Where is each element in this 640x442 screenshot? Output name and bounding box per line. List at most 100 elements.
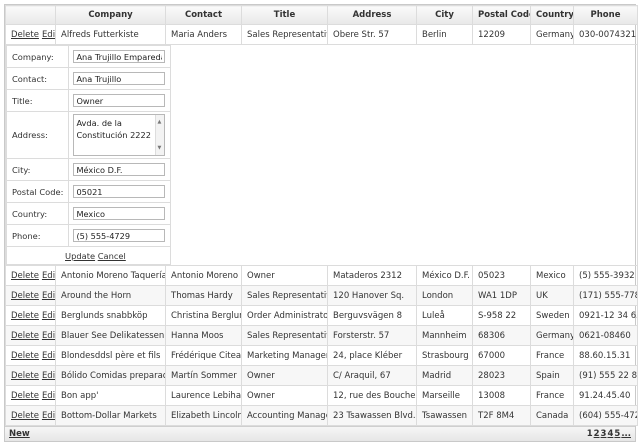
edit-link[interactable]: Edit xyxy=(42,371,55,381)
header-title[interactable]: Title xyxy=(241,5,328,25)
edit-row: Company: Contact: Title: Address: xyxy=(5,44,638,266)
table-row: DeleteEditAntonio Moreno TaqueríaAntonio… xyxy=(5,265,638,286)
address-scrollbar[interactable]: ▲ ▼ xyxy=(155,115,165,155)
cell-contact: Christina Berglund xyxy=(165,305,242,326)
cell-country: Germany xyxy=(530,325,574,346)
cell-city: Strasbourg xyxy=(416,345,473,366)
cell-contact: Elizabeth Lincoln xyxy=(165,405,242,426)
city-input[interactable] xyxy=(73,163,166,176)
pager-page-5[interactable]: 5 xyxy=(614,429,620,439)
pager-page-4[interactable]: 4 xyxy=(607,429,613,439)
header-contact[interactable]: Contact xyxy=(165,5,242,25)
cell-postal-code: S-958 22 xyxy=(472,305,531,326)
edit-link[interactable]: Edit xyxy=(42,411,55,421)
cell-country: Mexico xyxy=(530,265,574,286)
pager-more-link[interactable]: ... xyxy=(621,429,631,439)
delete-link[interactable]: Delete xyxy=(11,351,39,361)
cell-postal-code: 68306 xyxy=(472,325,531,346)
cell-country: Canada xyxy=(530,405,574,426)
delete-link[interactable]: Delete xyxy=(11,271,39,281)
pager-page-2[interactable]: 2 xyxy=(594,429,600,439)
address-textarea[interactable]: Avda. de la Constitución 2222 ▲ ▼ xyxy=(73,114,166,156)
header-phone[interactable]: Phone xyxy=(573,5,638,25)
cell-phone: (5) 555-3932 xyxy=(573,265,638,286)
delete-link[interactable]: Delete xyxy=(11,30,39,40)
table-row: DeleteEditBlauer See DelikatessenHanna M… xyxy=(5,325,638,346)
table-row: DeleteEditAround the HornThomas HardySal… xyxy=(5,285,638,306)
cell-title: Sales Representative xyxy=(241,325,328,346)
cell-postal-code: 12209 xyxy=(472,24,531,45)
cell-title: Order Administrator xyxy=(241,305,328,326)
title-label: Title: xyxy=(6,89,70,112)
cell-title: Marketing Manager xyxy=(241,345,328,366)
header-commands xyxy=(5,5,56,25)
cell-country: Sweden xyxy=(530,305,574,326)
delete-link[interactable]: Delete xyxy=(11,391,39,401)
header-postal-code[interactable]: Postal Code xyxy=(472,5,531,25)
cell-country: Germany xyxy=(530,24,574,45)
postal-code-input[interactable] xyxy=(73,185,166,198)
cell-contact: Martín Sommer xyxy=(165,365,242,386)
edit-link[interactable]: Edit xyxy=(42,331,55,341)
edit-link[interactable]: Edit xyxy=(42,271,55,281)
postal-code-label: Postal Code: xyxy=(6,180,70,203)
cell-address: 120 Hanover Sq. xyxy=(327,285,417,306)
delete-link[interactable]: Delete xyxy=(11,411,39,421)
header-row: Company Contact Title Address City Posta… xyxy=(5,5,638,25)
city-label: City: xyxy=(6,158,70,181)
delete-link[interactable]: Delete xyxy=(11,291,39,301)
edit-link[interactable]: Edit xyxy=(42,391,55,401)
edit-link[interactable]: Edit xyxy=(42,30,55,40)
cell-phone: (91) 555 22 82 xyxy=(573,365,638,386)
cell-company: Antonio Moreno Taquería xyxy=(55,265,166,286)
scroll-down-icon[interactable]: ▼ xyxy=(157,142,161,154)
phone-input[interactable] xyxy=(73,229,166,242)
edit-form-cell: Company: Contact: Title: Address: xyxy=(5,44,638,266)
contact-input[interactable] xyxy=(73,72,166,85)
phone-label: Phone: xyxy=(6,224,70,247)
edit-link[interactable]: Edit xyxy=(42,291,55,301)
header-address[interactable]: Address xyxy=(327,5,417,25)
cancel-link[interactable]: Cancel xyxy=(98,251,126,261)
header-country[interactable]: Country xyxy=(530,5,574,25)
cell-phone: 030-0074321 xyxy=(573,24,638,45)
scroll-up-icon[interactable]: ▲ xyxy=(157,116,161,128)
cell-company: Around the Horn xyxy=(55,285,166,306)
contact-label: Contact: xyxy=(6,67,70,90)
cell-phone: (604) 555-4729 xyxy=(573,405,638,426)
cell-phone: (171) 555-7788 xyxy=(573,285,638,306)
cell-postal-code: 05023 xyxy=(472,265,531,286)
delete-link[interactable]: Delete xyxy=(11,371,39,381)
header-company[interactable]: Company xyxy=(55,5,166,25)
new-link[interactable]: New xyxy=(9,429,30,439)
edit-link[interactable]: Edit xyxy=(42,311,55,321)
cell-city: London xyxy=(416,285,473,306)
edit-link[interactable]: Edit xyxy=(42,351,55,361)
header-city[interactable]: City xyxy=(416,5,473,25)
delete-link[interactable]: Delete xyxy=(11,311,39,321)
cell-company: Alfreds Futterkiste xyxy=(55,24,166,45)
cell-address: 23 Tsawassen Blvd. xyxy=(327,405,417,426)
cell-title: Owner xyxy=(241,365,328,386)
cell-phone: 88.60.15.31 xyxy=(573,345,638,366)
cell-company: Bottom-Dollar Markets xyxy=(55,405,166,426)
grid-table: Company Contact Title Address City Posta… xyxy=(5,5,638,426)
cell-company: Blondesddsl père et fils xyxy=(55,345,166,366)
address-text: Avda. de la Constitución 2222 xyxy=(76,118,151,140)
title-input[interactable] xyxy=(73,94,166,107)
row-commands: DeleteEdit xyxy=(5,345,56,366)
delete-link[interactable]: Delete xyxy=(11,331,39,341)
table-row: DeleteEditBerglunds snabbköpChristina Be… xyxy=(5,305,638,326)
cell-city: México D.F. xyxy=(416,265,473,286)
cell-postal-code: 28023 xyxy=(472,365,531,386)
table-row: DeleteEditBólido Comidas preparadasMartí… xyxy=(5,365,638,386)
country-label: Country: xyxy=(6,202,70,225)
row-commands: DeleteEdit xyxy=(5,365,56,386)
country-input[interactable] xyxy=(73,207,166,220)
update-link[interactable]: Update xyxy=(65,251,95,261)
cell-title: Accounting Manager xyxy=(241,405,328,426)
pager-page-3[interactable]: 3 xyxy=(601,429,607,439)
company-input[interactable] xyxy=(73,50,166,63)
cell-address: Obere Str. 57 xyxy=(327,24,417,45)
table-row: DeleteEditBottom-Dollar MarketsElizabeth… xyxy=(5,405,638,426)
